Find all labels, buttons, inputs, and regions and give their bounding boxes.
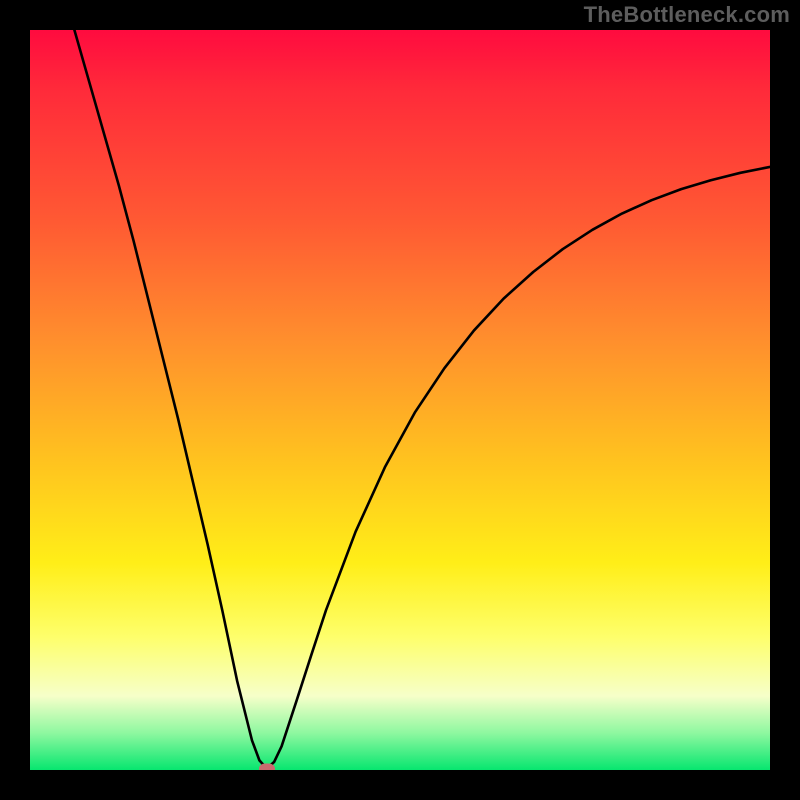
plot-area [30,30,770,770]
watermark-text: TheBottleneck.com [584,2,790,28]
bottleneck-curve [74,30,770,769]
curve-svg [30,30,770,770]
optimal-point-marker [259,763,275,770]
chart-frame: TheBottleneck.com [0,0,800,800]
